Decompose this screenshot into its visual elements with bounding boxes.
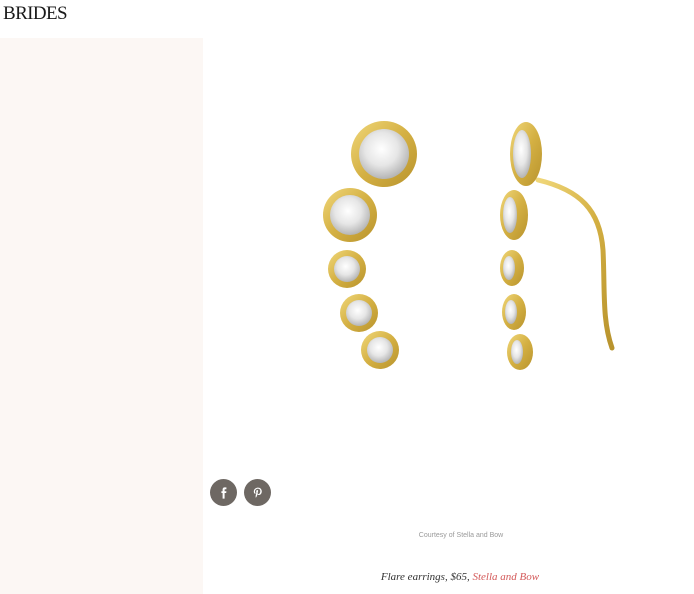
page: BRIDES Courtesy of Stella and Bow Flare …: [0, 0, 694, 594]
retailer-link[interactable]: Stella and Bow: [472, 571, 539, 583]
side-earring: [500, 122, 615, 370]
facebook-share-button[interactable]: [210, 479, 237, 506]
brides-logo[interactable]: BRIDES: [3, 3, 68, 25]
pinterest-icon: [253, 487, 262, 498]
image-credit: Courtesy of Stella and Bow: [418, 532, 504, 539]
product-caption: Flare earrings, $65, Stella and Bow: [260, 571, 660, 583]
left-sidebar: [0, 38, 203, 594]
pinterest-share-button[interactable]: [244, 479, 271, 506]
earrings-product-image: [323, 121, 615, 370]
front-earring: [323, 121, 417, 369]
caption-text: Flare earrings, $65,: [380, 571, 473, 583]
facebook-icon: [220, 486, 226, 499]
